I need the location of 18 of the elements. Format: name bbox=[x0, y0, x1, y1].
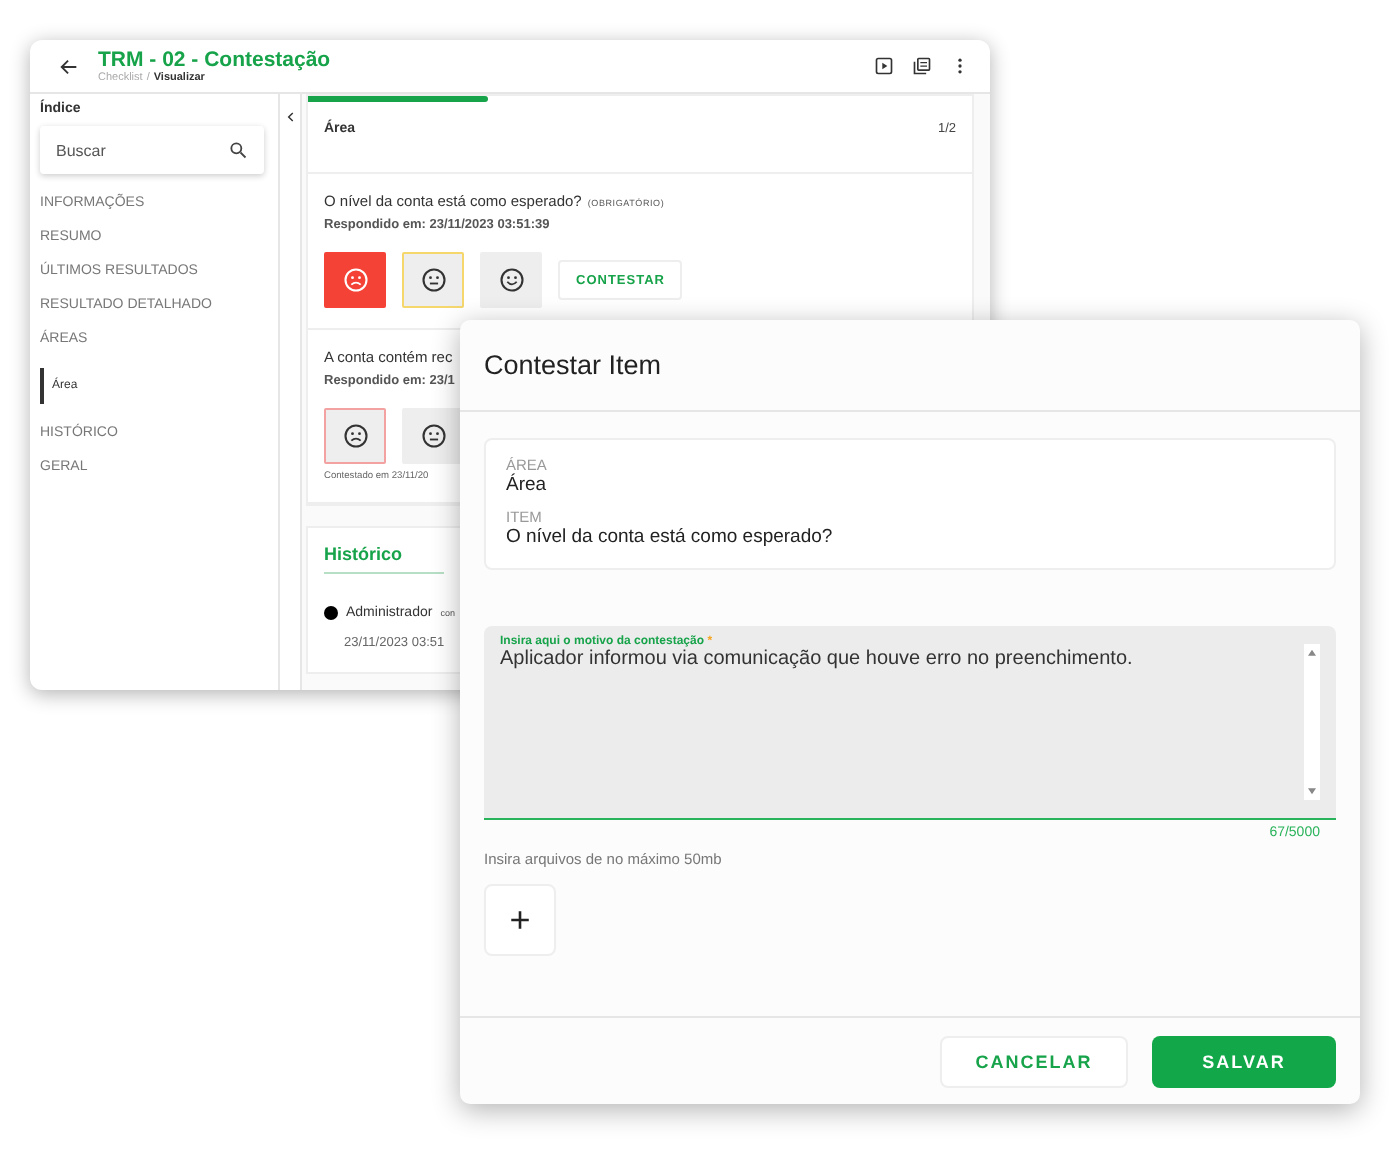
search-field[interactable]: Buscar bbox=[40, 126, 264, 174]
rating-option[interactable] bbox=[324, 408, 386, 464]
save-button[interactable]: SALVAR bbox=[1152, 1035, 1336, 1087]
back-arrow-icon[interactable] bbox=[58, 55, 80, 77]
info-value: Área bbox=[506, 474, 549, 496]
scrollbar[interactable] bbox=[1304, 644, 1320, 800]
dialog-title: Contestar Item bbox=[484, 350, 662, 380]
info-value: O nível da conta está como esperado? bbox=[506, 526, 835, 548]
window-title: TRM - 02 - Contestação bbox=[98, 47, 333, 71]
cancel-button[interactable]: CANCELAR bbox=[940, 1035, 1128, 1087]
field-value: Aplicador informou via comunicação que houve erro no preenchimento. bbox=[500, 648, 1135, 670]
add-file-button[interactable]: + bbox=[484, 884, 556, 956]
history-title: Histórico bbox=[324, 544, 444, 574]
play-icon[interactable] bbox=[874, 56, 894, 76]
chevron-left-icon[interactable] bbox=[283, 110, 297, 124]
library-icon[interactable] bbox=[912, 56, 932, 76]
timeline-dot bbox=[324, 606, 338, 620]
search-icon[interactable] bbox=[228, 140, 248, 160]
